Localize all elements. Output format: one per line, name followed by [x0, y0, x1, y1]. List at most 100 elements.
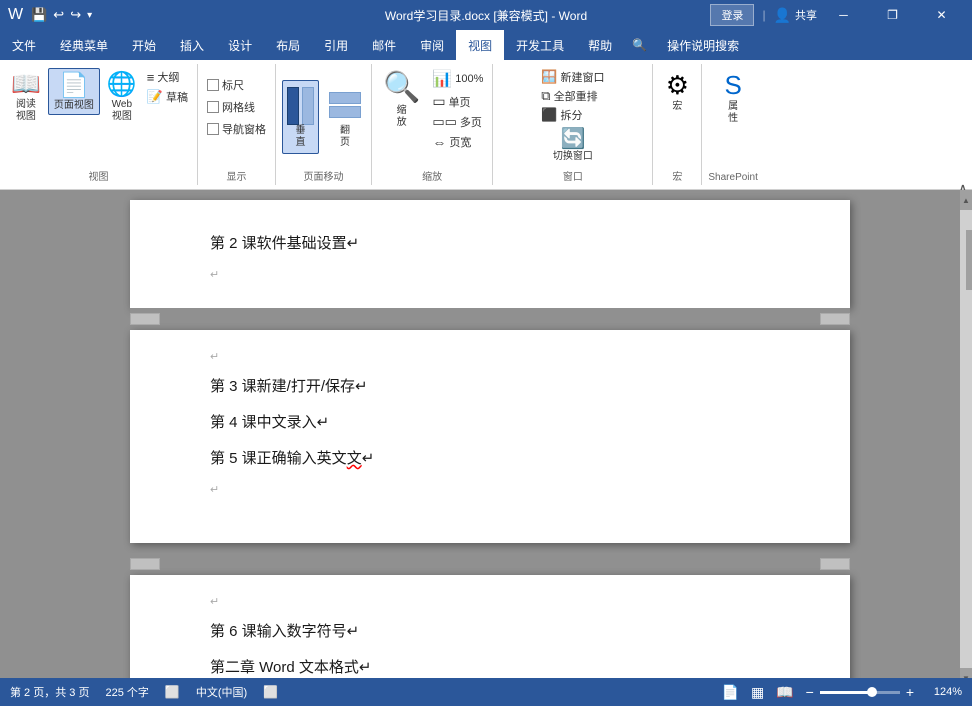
undo-icon[interactable]: ↩: [53, 7, 64, 23]
blank-line-1: ↵: [210, 268, 770, 288]
scroll-up-button[interactable]: ▲: [960, 190, 972, 210]
zoom-level-text: 124%: [926, 686, 962, 698]
zoom-slider-thumb[interactable]: [867, 687, 877, 697]
search-icon-tab[interactable]: 🔍: [624, 30, 655, 60]
zoom-buttons: 🔍 缩放 📊 100% ▭ 单页 ▭▭ 多页 ⇔ 页宽: [378, 68, 486, 165]
heading-lesson2-text: 第 2 课软件基础设置↵: [210, 235, 359, 252]
heading-lesson2[interactable]: 第 2 课软件基础设置↵: [210, 232, 770, 256]
grid-toggle[interactable]: 网格线: [204, 98, 258, 116]
doc-view-icon[interactable]: 📄: [722, 684, 739, 701]
zoom-slider[interactable]: [820, 691, 900, 694]
split-button[interactable]: ⬛ 拆分: [538, 106, 585, 124]
outline-view-button[interactable]: ≡ 大纲: [144, 68, 191, 86]
window-group-label: 窗口: [499, 168, 646, 183]
document-scroll[interactable]: 第 2 课软件基础设置↵ ↵ ↵ 第 3 课新建/打开/保存↵ 第 4 课: [20, 190, 960, 688]
read-view-icon: 📖: [11, 70, 41, 99]
language: 中文(中国): [196, 684, 247, 700]
page-width-icon: ⇔: [432, 134, 446, 150]
zoom-in-button[interactable]: +: [906, 684, 914, 700]
nav-toggle[interactable]: 导航窗格: [204, 120, 269, 138]
web-view-button[interactable]: 🌐 Web视图: [102, 68, 142, 125]
zoom-slider-area[interactable]: − +: [806, 684, 914, 700]
heading-lesson5[interactable]: 第 5 课正确输入英文文↵: [210, 447, 770, 471]
new-window-button[interactable]: 🪟 新建窗口: [538, 68, 607, 86]
page-break-mark-right: [820, 313, 850, 325]
tab-view[interactable]: 视图: [456, 30, 504, 60]
single-page-button[interactable]: ▭ 单页: [429, 92, 486, 111]
tab-insert[interactable]: 插入: [168, 30, 216, 60]
multi-page-button[interactable]: ▭▭ 多页: [429, 113, 486, 131]
tab-home[interactable]: 开始: [120, 30, 168, 60]
tab-layout[interactable]: 布局: [264, 30, 312, 60]
tab-design[interactable]: 设计: [216, 30, 264, 60]
draft-view-button[interactable]: 📝 草稿: [144, 88, 191, 106]
macro-icon: ⚙: [666, 70, 689, 101]
char-count: 225 个字: [105, 684, 148, 700]
zoom-icon: 🔍: [383, 70, 420, 105]
grid-view-icon[interactable]: ▦: [751, 684, 764, 701]
macro-button[interactable]: ⚙ 宏: [659, 68, 695, 115]
return-char-1: ↵: [210, 350, 770, 363]
heading-chapter2-text: 第二章 Word 文本格式↵: [210, 659, 371, 676]
quick-access-dropdown[interactable]: ▾: [87, 10, 92, 21]
zoom-group-label: 缩放: [378, 168, 486, 183]
minimize-button[interactable]: ─: [821, 0, 866, 30]
tile-all-button[interactable]: ⧉ 全部重排: [538, 87, 600, 105]
switch-window-button[interactable]: 🔄 切换窗口: [548, 124, 598, 165]
blank-line-2: ↵: [210, 483, 770, 503]
tab-ops-search[interactable]: 操作说明搜索: [655, 30, 751, 60]
page-break-mark-right-2: [820, 558, 850, 570]
page-width-button[interactable]: ⇔ 页宽: [429, 133, 486, 151]
tab-classic[interactable]: 经典菜单: [48, 30, 120, 60]
close-button[interactable]: ✕: [919, 0, 964, 30]
login-button[interactable]: 登录: [710, 4, 754, 26]
tab-review[interactable]: 审阅: [408, 30, 456, 60]
show-items: 标尺 网格线 导航窗格: [204, 68, 269, 165]
vertical-scroll-button[interactable]: 垂直: [282, 80, 319, 154]
properties-button[interactable]: S 属性: [715, 68, 751, 127]
title-bar: W 💾 ↩ ↪ ▾ Word学习目录.docx [兼容模式] - Word 登录…: [0, 0, 972, 30]
read-view-button[interactable]: 📖 阅读视图: [6, 68, 46, 125]
restore-button[interactable]: ❐: [870, 0, 915, 30]
read-view-icon[interactable]: 📖: [776, 684, 793, 701]
track-changes-icon: ⬜: [263, 685, 278, 699]
zoom-100-icon: 📊: [432, 69, 452, 89]
horizontal-icon: [329, 85, 361, 125]
scrollbar[interactable]: ▲ ▼: [960, 190, 972, 688]
share-button[interactable]: 👤 共享: [774, 7, 817, 24]
scroll-thumb[interactable]: [966, 230, 972, 290]
tab-file[interactable]: 文件: [0, 30, 48, 60]
horizontal-scroll-button[interactable]: 翻页: [325, 81, 365, 153]
ruler-toggle[interactable]: 标尺: [204, 76, 247, 94]
tab-help[interactable]: 帮助: [576, 30, 624, 60]
status-bar: 第 2 页，共 3 页 225 个字 ⬜ 中文(中国) ⬜ 📄 ▦ 📖 − + …: [0, 678, 972, 706]
heading-lesson4[interactable]: 第 4 课中文录入↵: [210, 411, 770, 435]
grid-checkbox: [207, 101, 219, 113]
tab-references[interactable]: 引用: [312, 30, 360, 60]
heading-lesson3[interactable]: 第 3 课新建/打开/保存↵: [210, 375, 770, 399]
page-view-button[interactable]: 📄 页面视图: [48, 68, 100, 115]
tab-developer[interactable]: 开发工具: [504, 30, 576, 60]
macro-group-label: 宏: [659, 168, 695, 183]
input-mode-icon: ⬜: [165, 685, 180, 699]
zoom-out-button[interactable]: −: [806, 684, 814, 700]
left-margin: [0, 190, 20, 688]
zoom-100-button[interactable]: 📊 100%: [429, 68, 486, 90]
title-left: W 💾 ↩ ↪ ▾: [8, 6, 92, 24]
tab-mailings[interactable]: 邮件: [360, 30, 408, 60]
new-window-icon: 🪟: [541, 69, 557, 85]
group-zoom: 🔍 缩放 📊 100% ▭ 单页 ▭▭ 多页 ⇔ 页宽: [372, 64, 493, 185]
page-break-mark-left-2: [130, 558, 160, 570]
heading-lesson3-text: 第 3 课新建/打开/保存↵: [210, 378, 368, 395]
draft-icon: 📝: [147, 89, 163, 105]
redo-icon[interactable]: ↪: [70, 7, 81, 23]
group-view: 📖 阅读视图 📄 页面视图 🌐 Web视图 ≡ 大纲 📝 草稿: [0, 64, 198, 185]
zoom-dialog-button[interactable]: 🔍 缩放: [378, 68, 425, 131]
heading-chapter2[interactable]: 第二章 Word 文本格式↵: [210, 656, 770, 680]
switch-window-icon: 🔄: [560, 126, 585, 151]
save-icon[interactable]: 💾: [31, 7, 47, 23]
heading-lesson6[interactable]: 第 6 课输入数字符号↵: [210, 620, 770, 644]
heading-lesson6-text: 第 6 课输入数字符号↵: [210, 623, 359, 640]
group-show: 标尺 网格线 导航窗格 显示: [198, 64, 276, 185]
quick-access-toolbar: 💾 ↩ ↪ ▾: [31, 7, 92, 23]
